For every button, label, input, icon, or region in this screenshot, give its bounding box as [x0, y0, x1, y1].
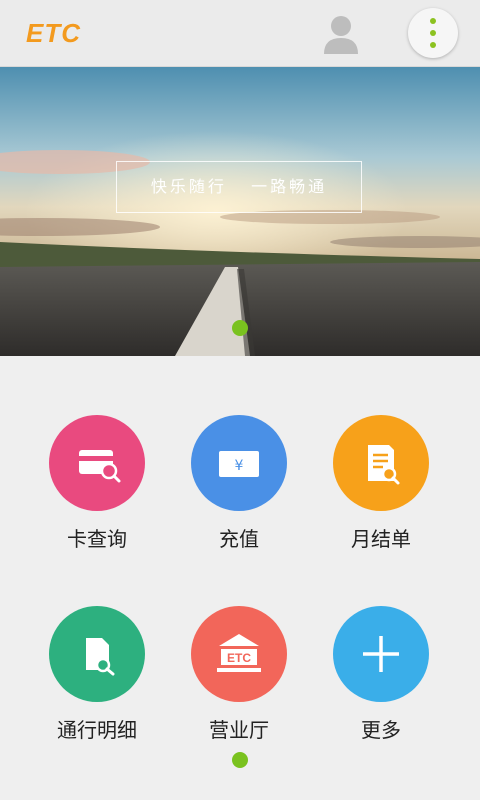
plus-icon — [333, 606, 429, 702]
user-avatar-icon[interactable] — [322, 14, 360, 54]
yuan-symbol: ¥ — [235, 458, 244, 474]
menu-dot — [430, 18, 436, 24]
etc-hall-text: ETC — [227, 651, 251, 665]
tile-label: 更多 — [361, 718, 401, 742]
etc-logo: ETC — [26, 18, 81, 48]
tile-label: 通行明细 — [57, 718, 137, 742]
banner-slogan: 快乐随行 一路畅通 — [116, 161, 362, 213]
card-search-icon — [49, 415, 145, 511]
tile-recharge[interactable]: ¥ 充值 — [169, 415, 309, 575]
tile-label: 营业厅 — [209, 718, 269, 742]
carousel-indicator-dot — [232, 320, 248, 336]
banner-carousel[interactable]: 快乐随行 一路畅通 — [0, 67, 480, 356]
page-indicator-dot — [232, 752, 248, 768]
tile-label: 月结单 — [351, 527, 411, 551]
tile-label: 充值 — [219, 527, 259, 551]
more-menu-icon[interactable] — [408, 8, 458, 58]
recharge-icon: ¥ — [191, 415, 287, 511]
toll-detail-icon — [49, 606, 145, 702]
top-bar: ETC — [0, 0, 480, 67]
tile-more[interactable]: 更多 — [311, 606, 451, 766]
tile-label: 卡查询 — [67, 527, 127, 551]
tile-service-hall[interactable]: ETC 营业厅 — [169, 606, 309, 766]
menu-dot — [430, 30, 436, 36]
tile-card-query[interactable]: 卡查询 — [27, 415, 167, 575]
tile-toll-details[interactable]: 通行明细 — [27, 606, 167, 766]
tile-monthly-statement[interactable]: 月结单 — [311, 415, 451, 575]
monthly-statement-icon — [333, 415, 429, 511]
service-hall-icon: ETC — [191, 606, 287, 702]
menu-dot — [430, 42, 436, 48]
